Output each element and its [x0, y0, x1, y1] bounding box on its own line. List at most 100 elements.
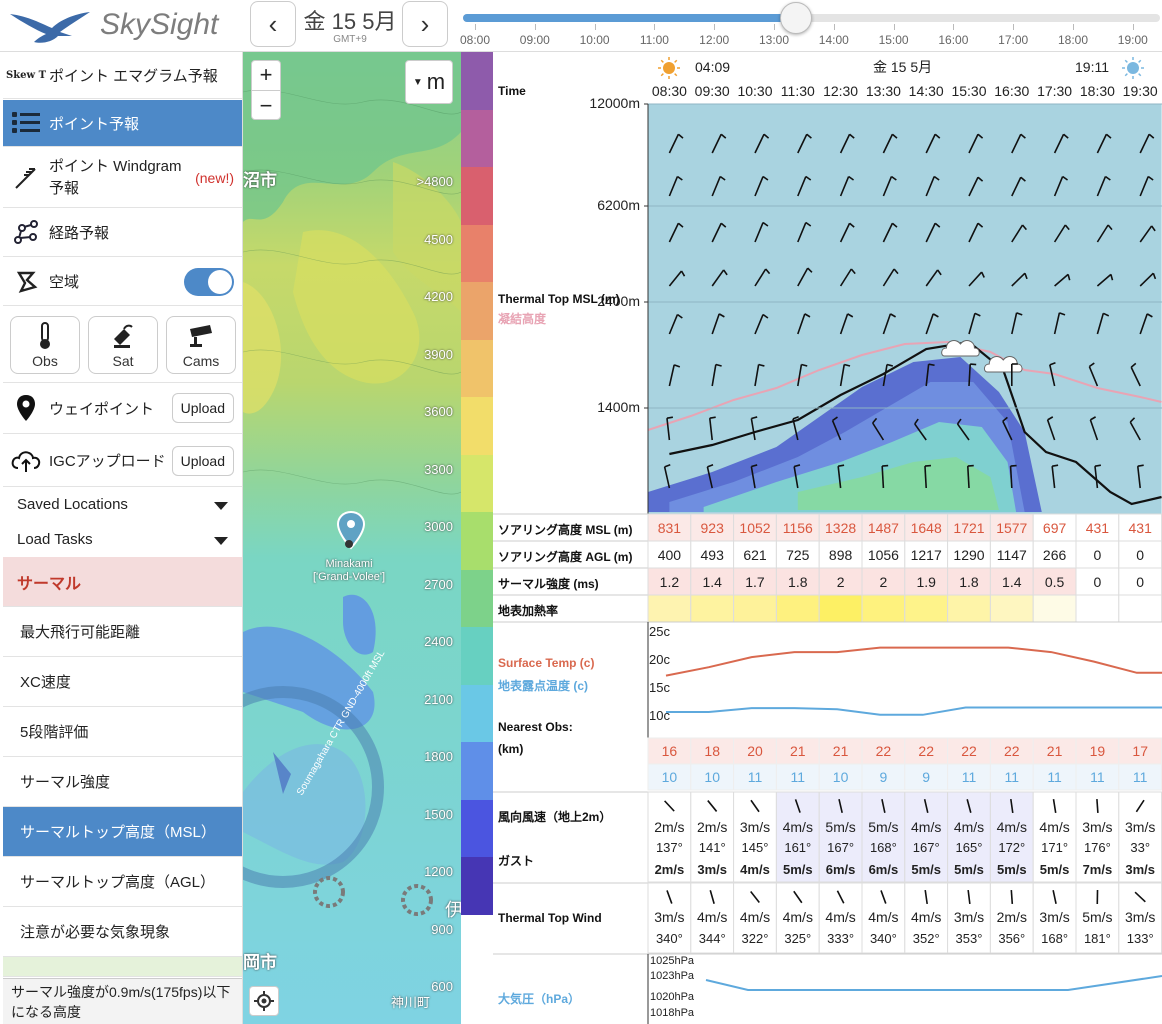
slider-knob[interactable]	[779, 2, 812, 34]
table-cell	[861, 594, 906, 623]
gust-label: ガスト	[498, 854, 535, 868]
obs-temp-value: 21	[1046, 743, 1063, 759]
wind-arrow-icon	[1096, 798, 1099, 814]
sidebar-item-point-forecast[interactable]: ポイント予報	[3, 100, 242, 147]
zoom-out-button[interactable]: −	[251, 90, 281, 120]
layer-label: 最大飛行可能距離	[20, 624, 141, 641]
sidebar-item-windgram[interactable]: ポイント Windgram 予報 (new!)	[3, 148, 242, 208]
scale-label: 4200	[424, 289, 453, 304]
gust-speed: 7m/s	[1082, 862, 1113, 877]
layer-item[interactable]: サーマルトップ高度（AGL）	[3, 857, 242, 907]
tt-wind-speed: 2m/s	[996, 909, 1027, 925]
sidebar-item-partial[interactable]	[3, 957, 242, 977]
table-value: 266	[1042, 547, 1067, 563]
scale-swatch	[461, 569, 493, 628]
prev-day-button[interactable]: ‹	[250, 1, 296, 47]
sat-label: Sat	[112, 353, 134, 369]
cams-button[interactable]: Cams	[166, 316, 236, 374]
row-label: 地表加熱率	[498, 604, 559, 618]
windgram-icon	[3, 165, 49, 191]
obs-dew-value: 10	[704, 769, 720, 785]
skew-t-icon: Skew T	[5, 69, 47, 81]
table-value: 1.2	[659, 574, 680, 590]
table-value: 1147	[996, 547, 1027, 563]
temp-axis-label: 25c	[649, 624, 670, 639]
table-cell	[775, 594, 820, 623]
wind-speed: 2m/s	[697, 819, 728, 835]
route-icon	[3, 219, 49, 246]
slider-tick	[774, 24, 775, 30]
scale-swatch	[461, 224, 493, 283]
layer-item[interactable]: 最大飛行可能距離	[3, 607, 242, 657]
section-title: サーマル	[17, 575, 82, 593]
table-value: 0	[1093, 574, 1102, 590]
zoom-control: + −	[251, 60, 281, 120]
igc-label: IGCアップロード	[49, 453, 166, 470]
scale-swatch	[461, 397, 493, 455]
next-day-button[interactable]: ›	[402, 1, 448, 47]
scale-label: >4800	[416, 174, 453, 189]
load-tasks-label: Load Tasks	[17, 531, 93, 548]
slider-tick	[534, 24, 536, 30]
forecast-date: 金 15 5月	[873, 59, 933, 75]
top-bar: SkySight ‹ 金 15 5月 GMT+9 › 08:00 09:00 10:…	[0, 0, 1162, 52]
scale-label: 3000	[424, 519, 453, 534]
skysight-logo[interactable]: SkySight	[8, 4, 243, 48]
scale-swatch	[461, 282, 493, 340]
cloud-upload-icon	[3, 448, 49, 474]
waypoint-upload-button[interactable]: Upload	[171, 393, 234, 423]
table-value: 431	[1085, 520, 1110, 536]
load-tasks-dropdown[interactable]: Load Tasks	[17, 531, 93, 548]
scale-swatch	[461, 742, 493, 800]
scale-label: 3300	[424, 461, 453, 477]
tt-wind-label: Thermal Top Wind	[498, 911, 602, 925]
sat-button[interactable]: Sat	[88, 316, 158, 374]
table-value: 1.8	[788, 574, 808, 590]
airspace-icon	[3, 269, 49, 295]
layer-item[interactable]: 注意が必要な気象現象	[3, 907, 242, 957]
town-label: 沼市	[243, 171, 277, 190]
table-value: 621	[743, 547, 767, 563]
obs-temp-value: 18	[704, 743, 720, 759]
location-marker[interactable]	[336, 510, 366, 550]
wind-speed: 4m/s	[1039, 819, 1070, 835]
zoom-in-button[interactable]: +	[260, 60, 273, 90]
obs-temp-value: 19	[1089, 743, 1106, 759]
slider-tick-label: 12:00	[699, 33, 730, 47]
obs-button[interactable]: Obs	[10, 316, 80, 374]
sunrise-time: 04:09	[695, 59, 731, 75]
chevron-down-icon[interactable]	[214, 537, 228, 545]
sidebar-item-waypoint[interactable]: ウェイポイント Upload	[3, 382, 242, 434]
gust-speed: 6m/s	[868, 862, 899, 877]
pressure-axis-label: 1020hPa	[650, 991, 695, 1003]
tt-wind-speed: 3m/s	[1039, 909, 1070, 925]
gust-speed: 5m/s	[996, 862, 1027, 877]
obs-dew-value: 11	[1132, 769, 1148, 785]
section-header-thermal[interactable]: サーマル	[3, 557, 242, 607]
tt-wind-direction: 181°	[1083, 931, 1111, 946]
sidebar-item-emagram[interactable]: Skew T ポイント エマグラム予報	[3, 52, 242, 99]
sidebar-item-igc[interactable]: IGCアップロード Upload	[3, 435, 242, 487]
wind-direction: 171°	[1041, 840, 1069, 855]
sidebar-item-airspace[interactable]: 空域	[3, 258, 242, 306]
map-view[interactable]: + − ▼ m 沼市 岡市 神川町 伊 Soumagahara CTR GND-…	[243, 52, 461, 1024]
wind-speed: 5m/s	[868, 819, 899, 835]
airspace-toggle[interactable]	[184, 267, 234, 296]
layer-item[interactable]: サーマルトップ高度（MSL）	[3, 807, 242, 857]
time-slider[interactable]: 08:00 09:00 10:00 11:00 12:00 13:00 14:00 15:00…	[460, 0, 1162, 52]
layer-item[interactable]: XC速度	[3, 657, 242, 707]
chevron-down-icon[interactable]	[214, 502, 228, 510]
unit-label: m	[426, 69, 446, 94]
sidebar-item-route[interactable]: 経路予報	[3, 209, 242, 257]
locate-button[interactable]	[249, 986, 279, 1016]
saved-locations-dropdown[interactable]: Saved Locations	[17, 496, 128, 513]
obs-dew-value: 9	[879, 769, 888, 785]
layer-item[interactable]: 5段階評価	[3, 707, 242, 757]
time-header: 08:30	[651, 83, 687, 99]
table-value: 1721	[953, 520, 985, 536]
slider-tick	[833, 24, 835, 30]
layer-item[interactable]: サーマル強度	[3, 757, 242, 807]
slider-tick	[1132, 24, 1134, 30]
unit-selector[interactable]: ▼ m	[405, 60, 453, 104]
igc-upload-button[interactable]: Upload	[171, 445, 234, 476]
